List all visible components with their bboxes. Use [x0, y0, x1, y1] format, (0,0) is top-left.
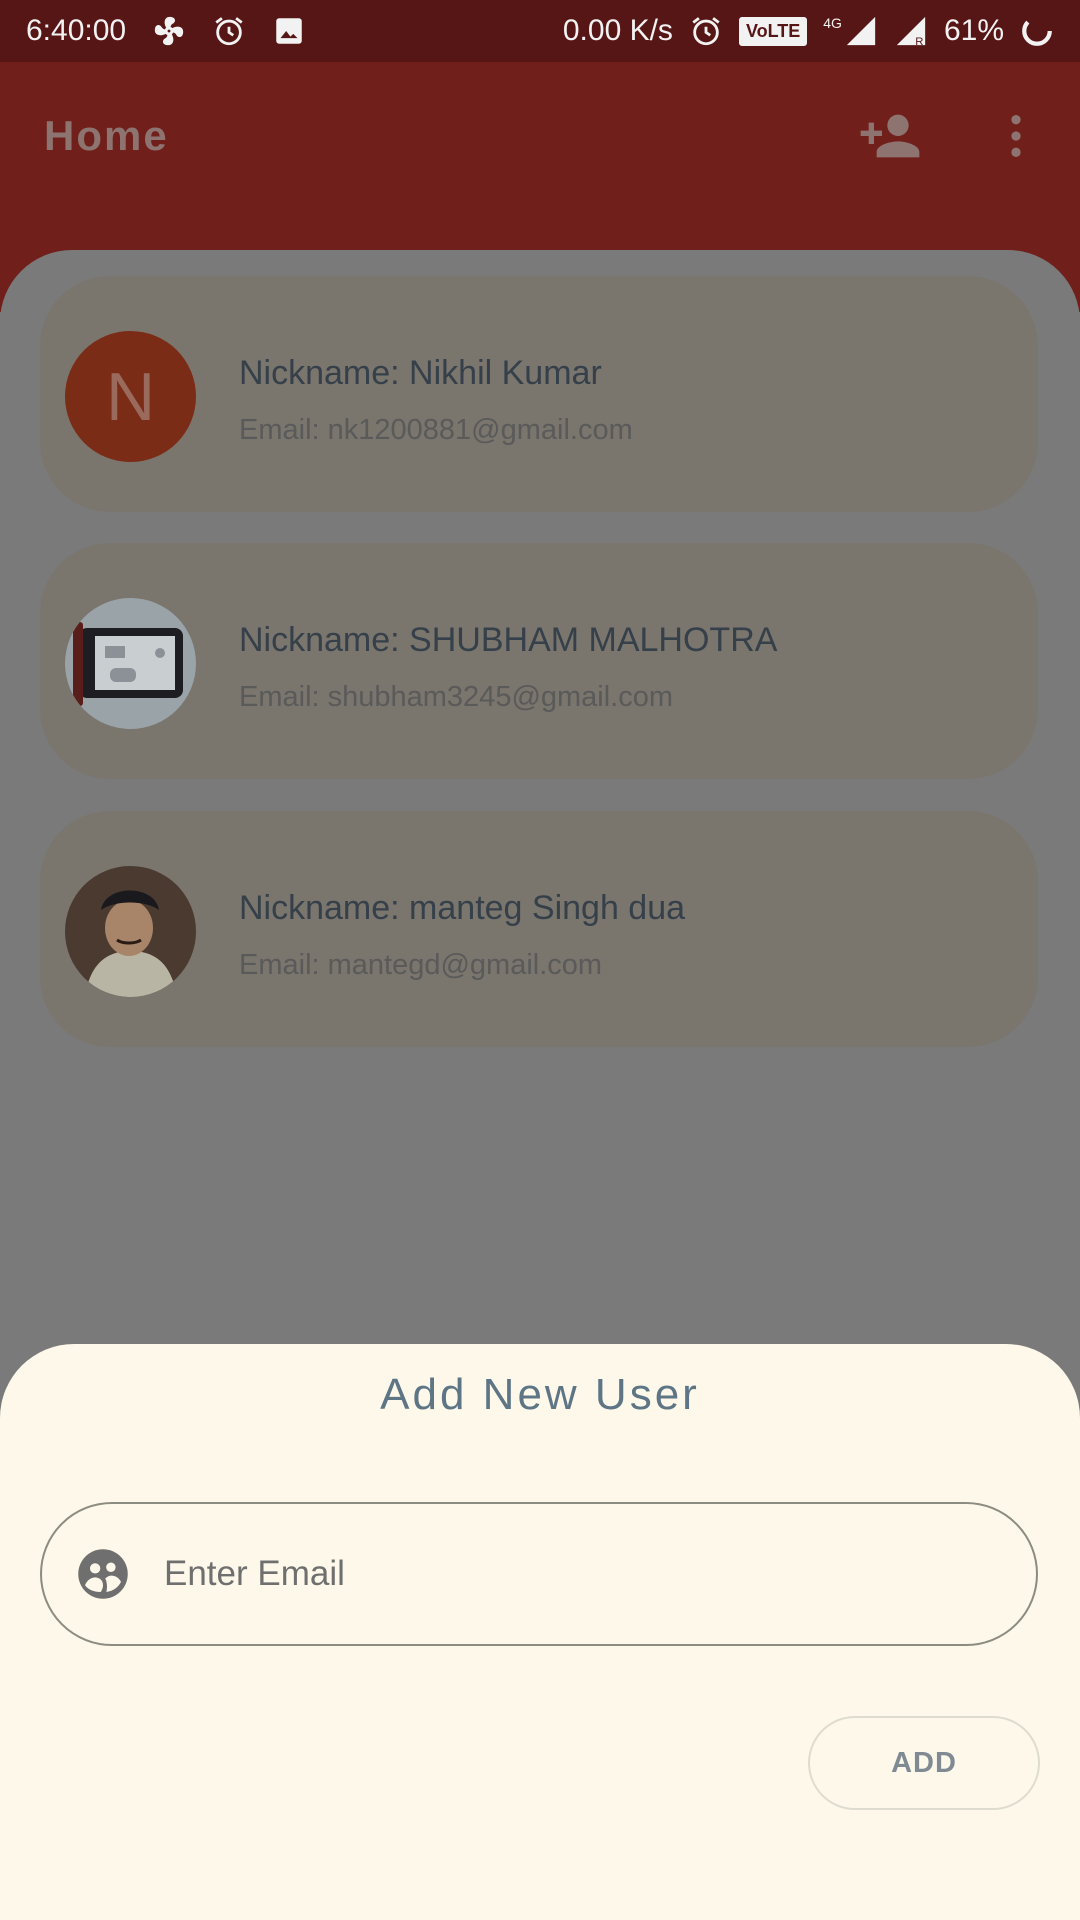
person-photo-icon — [65, 866, 196, 997]
more-options-button[interactable] — [980, 100, 1052, 172]
battery-circle-icon — [1022, 16, 1052, 46]
user-email: Email: nk1200881@gmail.com — [239, 414, 633, 446]
add-user-icon — [860, 114, 920, 158]
status-time: 6:40:00 — [26, 14, 127, 47]
alarm-icon — [692, 17, 720, 46]
add-button[interactable]: ADD — [808, 1716, 1040, 1810]
more-vert-icon — [1011, 115, 1021, 157]
image-icon — [276, 18, 302, 44]
status-bar: 6:40:00 0.00 K/s VoLTE 4G R 61% — [0, 0, 1080, 62]
user-email: Email: shubham3245@gmail.com — [239, 681, 674, 713]
user-card[interactable]: N Nickname: Nikhil Kumar Email: nk120088… — [40, 276, 1038, 512]
user-card[interactable]: Nickname: manteg Singh dua Email: manteg… — [40, 811, 1038, 1047]
battery-percent: 61% — [943, 14, 1004, 47]
user-card[interactable]: Nickname: SHUBHAM MALHOTRA Email: shubha… — [40, 543, 1038, 779]
user-nickname: Nickname: SHUBHAM MALHOTRA — [239, 621, 778, 659]
avatar — [65, 866, 196, 997]
user-nickname: Nickname: Nikhil Kumar — [239, 354, 602, 392]
avatar — [65, 598, 196, 729]
svg-text:R: R — [915, 36, 923, 48]
avatar: N — [65, 331, 196, 462]
add-user-button[interactable] — [854, 100, 926, 172]
sheet-title: Add New User — [380, 1370, 700, 1419]
email-field[interactable] — [40, 1502, 1038, 1646]
user-nickname: Nickname: manteg Singh dua — [239, 889, 686, 927]
signal-icon — [846, 16, 876, 46]
account-circle-icon — [78, 1549, 128, 1599]
page-title: Home — [44, 112, 169, 159]
tablet-photo-icon — [65, 598, 196, 729]
add-user-sheet: Add New User ADD — [0, 1344, 1080, 1920]
network-speed: 0.00 K/s — [562, 14, 673, 47]
user-email: Email: mantegd@gmail.com — [239, 949, 603, 981]
alarm-icon — [215, 17, 243, 46]
network-type: 4G — [823, 15, 842, 31]
email-input[interactable] — [162, 1553, 966, 1595]
fan-icon — [154, 16, 184, 46]
volte-badge: VoLTE — [738, 16, 808, 46]
signal-roaming-icon: R — [896, 16, 926, 48]
